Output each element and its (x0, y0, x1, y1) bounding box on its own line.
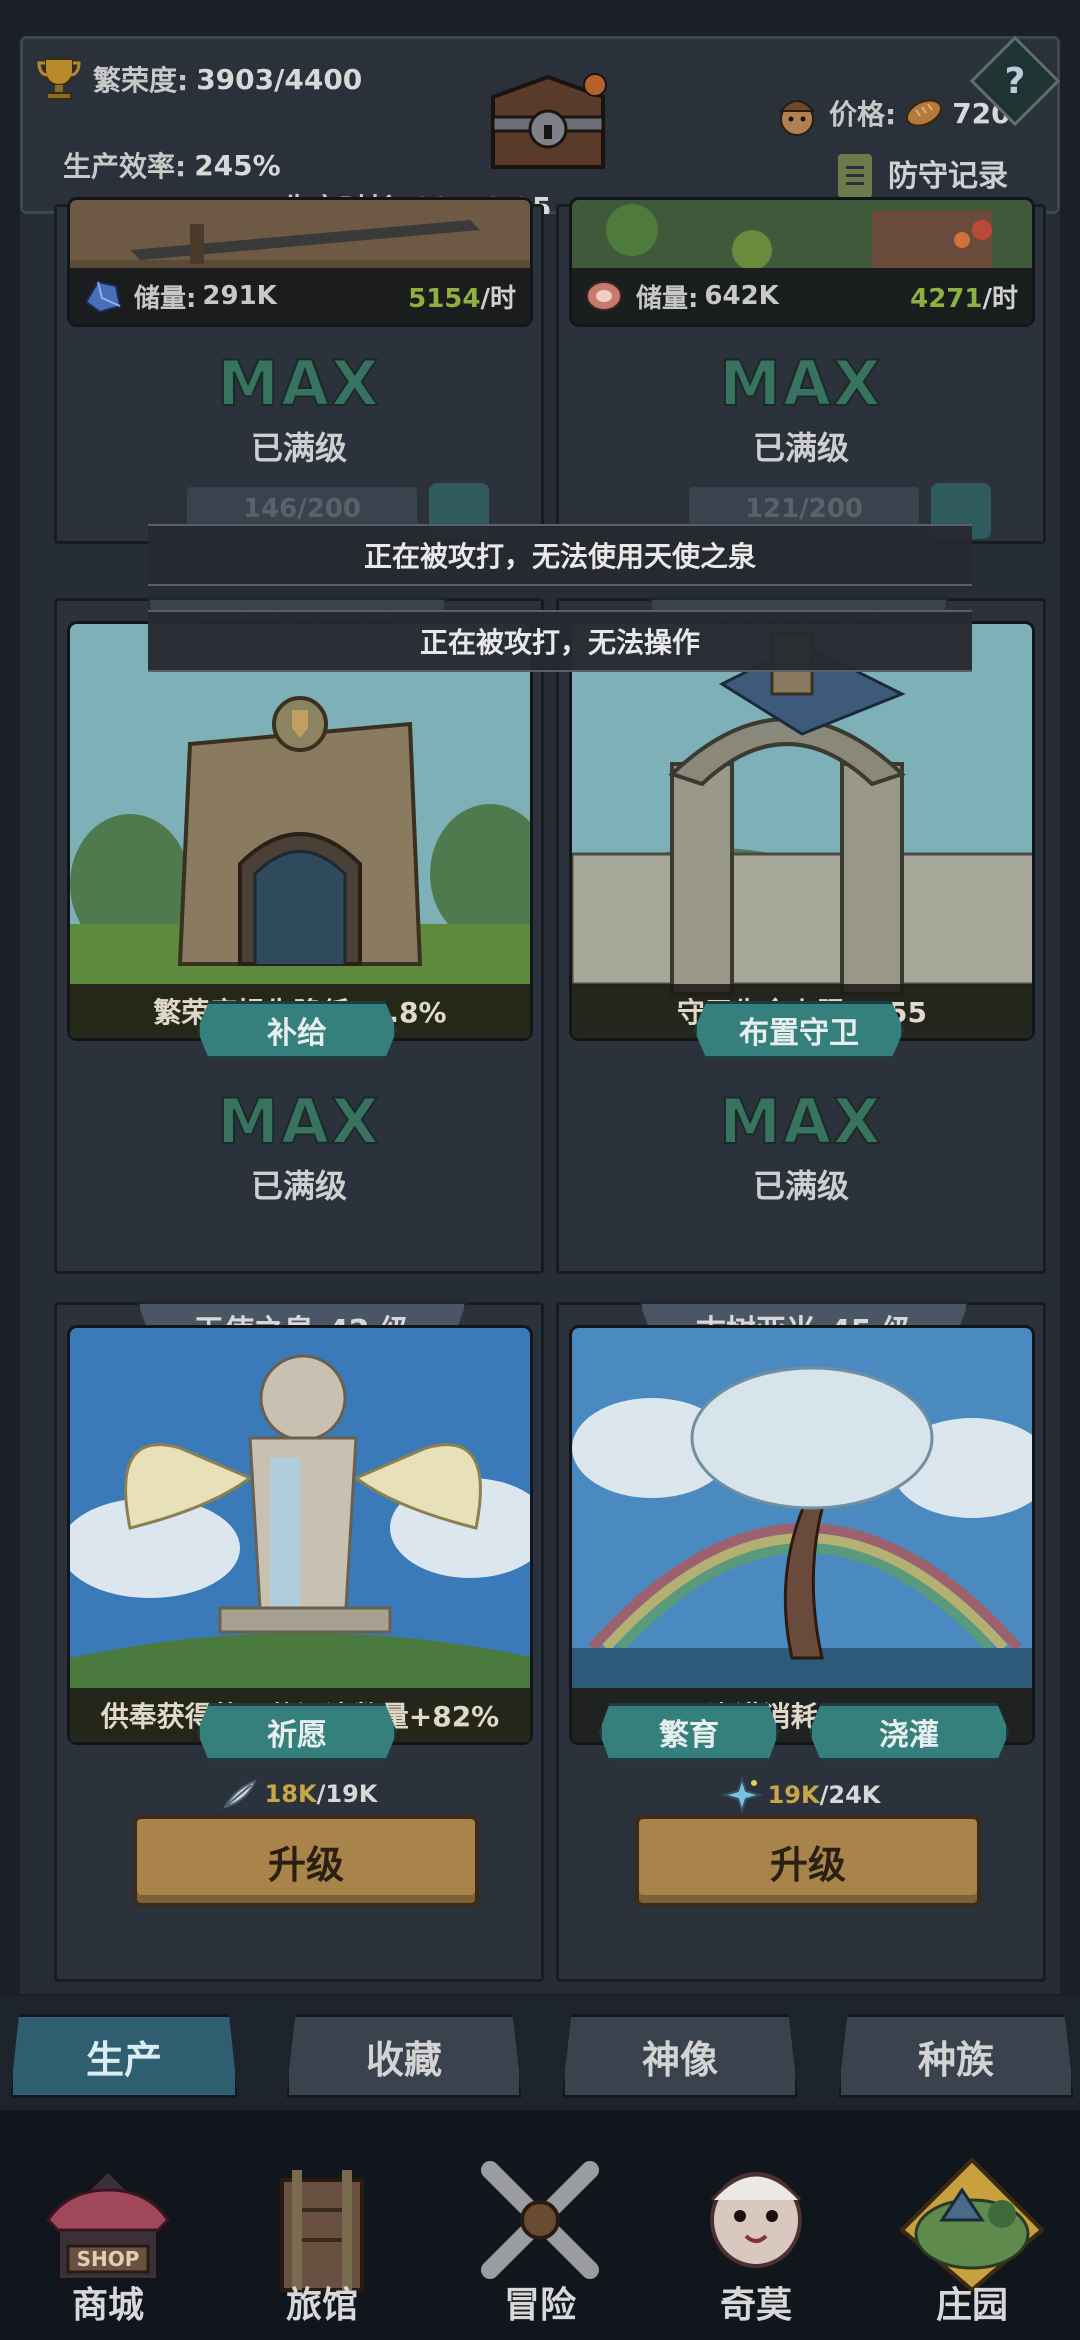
upgrade-cost: 18K /19K (57, 1777, 541, 1811)
question-icon: ? (1004, 60, 1026, 102)
ore-crystal-icon (84, 280, 122, 314)
building-card-gate: 大门 100 级 守卫生命上限+555 布置守卫 MAX 已满级 (556, 597, 1046, 1274)
price-label: 价格: (829, 98, 897, 131)
nav-manor[interactable]: 庄园 (872, 2110, 1072, 2340)
acorn-mascot-icon (778, 100, 816, 136)
ancient-tree-illustration (572, 1328, 1032, 1742)
nav-inn[interactable]: 旅馆 (222, 2110, 422, 2340)
angel-fountain-image: 供奉获得的天使泪滴数量+82% (67, 1325, 533, 1745)
deploy-guard-button[interactable]: 布置守卫 (694, 1001, 904, 1059)
tab-collection[interactable]: 收藏 (286, 2014, 522, 2098)
storage-value: 291K (202, 281, 277, 311)
storage-label: 储量: (134, 283, 197, 314)
tab-race[interactable]: 种族 (838, 2014, 1074, 2098)
nav-adventure[interactable]: 冒险 (440, 2110, 640, 2340)
storage-bar: 储量: 642K 4271/时 (572, 268, 1032, 324)
max-level-text: 已满级 (752, 1167, 849, 1205)
rate-unit: /时 (982, 283, 1019, 314)
trophy-icon (37, 58, 81, 100)
gate-image: 守卫生命上限+555 (569, 621, 1035, 1041)
toast-fountain-locked: 正在被攻打，无法使用天使之泉 (148, 524, 972, 586)
angel-fountain-illustration (70, 1328, 530, 1742)
production-rate: 4271/时 (910, 278, 1018, 315)
rate-value: 5154 (408, 283, 481, 314)
upgrade-cost: 19K /24K (559, 1777, 1043, 1813)
building-grid: 储量: 291K 5154/时 MAX 已满级 146/200 储量: 642K… (20, 197, 1060, 1994)
efficiency-stat: 生产效率: 245% (63, 145, 281, 185)
ancient-tree-image: 浇灌消耗-22% (569, 1325, 1035, 1745)
efficiency-value: 245% (194, 148, 281, 182)
rate-value: 4271 (910, 283, 983, 314)
toast-operation-locked: 正在被攻打，无法操作 (148, 610, 972, 672)
clipboard-icon (838, 153, 872, 198)
upgrade-button[interactable]: 升级 (133, 1815, 479, 1907)
pray-button[interactable]: 祈愿 (197, 1703, 397, 1761)
nav-inn-label: 旅馆 (285, 2285, 358, 2326)
max-level-badge: MAX (718, 346, 883, 421)
prosperity-value: 3903/4400 (196, 62, 363, 96)
storage-label: 储量: (636, 283, 699, 314)
mine-image: 储量: 291K 5154/时 (67, 197, 533, 327)
defense-record-label: 防守记录 (888, 151, 1008, 200)
treasure-chest-icon[interactable] (473, 67, 623, 177)
category-tabs: 生产 收藏 神像 种族 (0, 1996, 1080, 2110)
nav-shop[interactable]: SHOP 商城 (8, 2110, 208, 2340)
nav-qimo-label: 奇莫 (719, 2285, 792, 2326)
feather-icon (222, 1779, 257, 1809)
storage-value: 642K (704, 281, 779, 311)
nav-shop-label: 商城 (71, 2285, 144, 2326)
nav-manor-label: 庄园 (935, 2285, 1008, 2326)
cost-have: 19K (767, 1781, 820, 1809)
cost-need: /24K (819, 1781, 881, 1809)
prosperity-label: 繁荣度: (93, 64, 189, 97)
max-level-badge: MAX (718, 1084, 883, 1159)
gate-illustration (572, 624, 1032, 1038)
prosperity-stat: 繁荣度: 3903/4400 (37, 55, 362, 103)
defense-record-button[interactable]: 防守记录 (838, 151, 1008, 200)
shop-sign: SHOP (77, 2247, 140, 2271)
max-level-text: 已满级 (250, 429, 347, 467)
price-stat: 价格: 720 (775, 89, 1011, 137)
shelter-illustration (70, 624, 530, 1038)
building-card-ancient-tree: 古树亚当 45 级 浇灌消耗-22% 繁育 浇灌 19 (556, 1301, 1046, 1982)
header-panel: 繁荣度: 3903/4400 生产效率: 245% 生产时长: 02:46:35… (20, 35, 1061, 225)
bottom-nav: SHOP 商城 旅馆 冒险 奇莫 庄园 (0, 2110, 1080, 2340)
storage-bar: 储量: 291K 5154/时 (70, 268, 530, 324)
max-level-badge: MAX (216, 1084, 381, 1159)
max-level-badge: MAX (216, 346, 381, 421)
production-rate: 5154/时 (408, 278, 516, 315)
building-card-shelter: 避难所 100 级 繁荣度损失降低29.8% 补给 MAX 已满级 (54, 597, 544, 1274)
building-card-top-left: 储量: 291K 5154/时 MAX 已满级 146/200 (54, 197, 544, 544)
shelter-image: 繁荣度损失降低29.8% (67, 621, 533, 1041)
building-card-angel-fountain: 天使之泉 42 级 供奉获得的天使泪滴数量+82% 祈愿 (54, 1301, 544, 1982)
water-button[interactable]: 浇灌 (809, 1703, 1009, 1761)
bread-icon (906, 99, 943, 127)
cost-need: /19K (316, 1780, 378, 1808)
tab-production[interactable]: 生产 (10, 2014, 238, 2098)
sparkle-icon (721, 1777, 762, 1813)
tab-statue[interactable]: 神像 (562, 2014, 798, 2098)
max-level-text: 已满级 (752, 429, 849, 467)
building-card-top-right: 储量: 642K 4271/时 MAX 已满级 121/200 (556, 197, 1046, 544)
cost-have: 18K (264, 1780, 317, 1808)
meat-icon (586, 281, 622, 311)
max-level-text: 已满级 (250, 1167, 347, 1205)
garden-image: 储量: 642K 4271/时 (569, 197, 1035, 327)
efficiency-label: 生产效率: (63, 150, 187, 183)
nav-qimo[interactable]: 奇莫 (656, 2110, 856, 2340)
nav-adventure-label: 冒险 (503, 2285, 576, 2326)
supply-button[interactable]: 补给 (197, 1001, 397, 1059)
upgrade-button[interactable]: 升级 (635, 1815, 981, 1907)
breed-button[interactable]: 繁育 (599, 1703, 779, 1761)
rate-unit: /时 (480, 283, 517, 314)
